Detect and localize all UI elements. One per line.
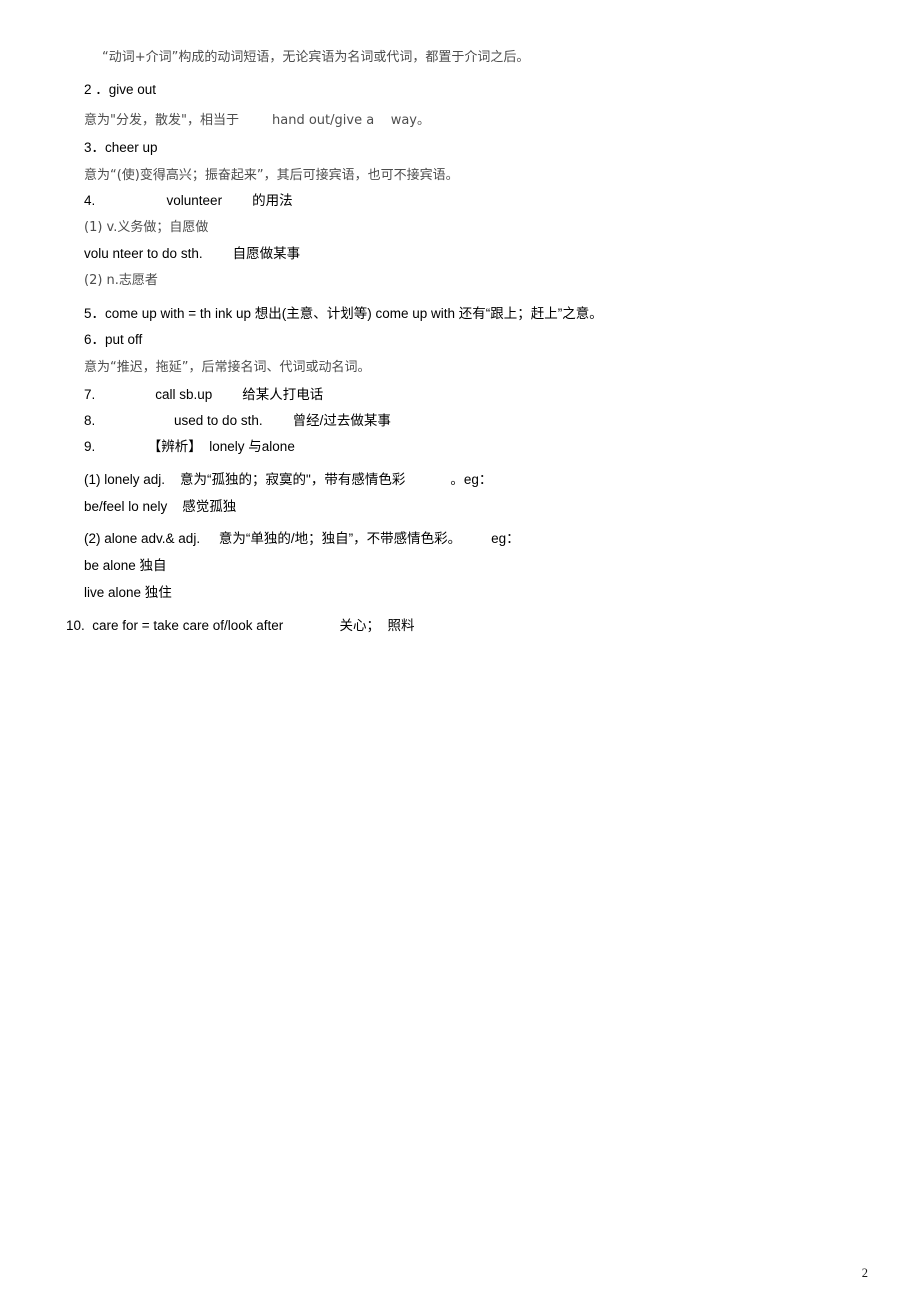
item-6-heading: 6．put off	[84, 332, 143, 347]
item-3-heading: 3．cheer up	[84, 140, 158, 155]
intro-note: “动词+介词”构成的动词短语，无论宾语为名词或代词，都置于介词之后。	[102, 50, 530, 65]
item-9-lonely: (1) lonely adj. 意为“孤独的；寂寞的"，带有感情色彩 。eg：	[84, 472, 493, 487]
item-9-alone-phrase-2: live alone 独住	[84, 585, 172, 600]
item-3-meaning: 意为“(使)变得高兴；振奋起来”，其后可接宾语，也可不接宾语。	[84, 168, 459, 183]
item-2-meaning: 意为"分发，散发"，相当于 hand out/give a way。	[84, 113, 430, 128]
item-7: 7. call sb.up 给某人打电话	[84, 387, 324, 402]
item-9-alone-phrase-1: be alone 独自	[84, 558, 167, 573]
item-4-sense-1: (1) v.义务做；自愿做	[84, 220, 209, 235]
item-4-phrase: volu nteer to do sth. 自愿做某事	[84, 246, 301, 261]
item-5: 5．come up with = th ink up 想出(主意、计划等) co…	[84, 306, 603, 321]
item-9: 9. 【辨析】 lonely 与alone	[84, 439, 295, 454]
item-2-heading: 2 ．give out	[84, 82, 157, 97]
item-4-heading: 4. volunteer 的用法	[84, 193, 293, 208]
item-6-meaning: 意为“推迟，拖延”，后常接名词、代词或动名词。	[84, 360, 371, 375]
item-4-sense-2: (2) n.志愿者	[84, 273, 158, 288]
document-page: “动词+介词”构成的动词短语，无论宾语为名词或代词，都置于介词之后。 2 ．giv…	[0, 0, 920, 1303]
item-9-alone: (2) alone adv.& adj. 意为“单独的/地；独自”，不带感情色彩…	[84, 531, 520, 546]
page-number: 2	[861, 1266, 868, 1280]
item-8: 8. used to do sth. 曾经/过去做某事	[84, 413, 391, 428]
item-9-lonely-phrase: be/feel lo nely 感觉孤独	[84, 499, 237, 514]
item-10: 10. care for = take care of/look after 关…	[66, 618, 415, 633]
